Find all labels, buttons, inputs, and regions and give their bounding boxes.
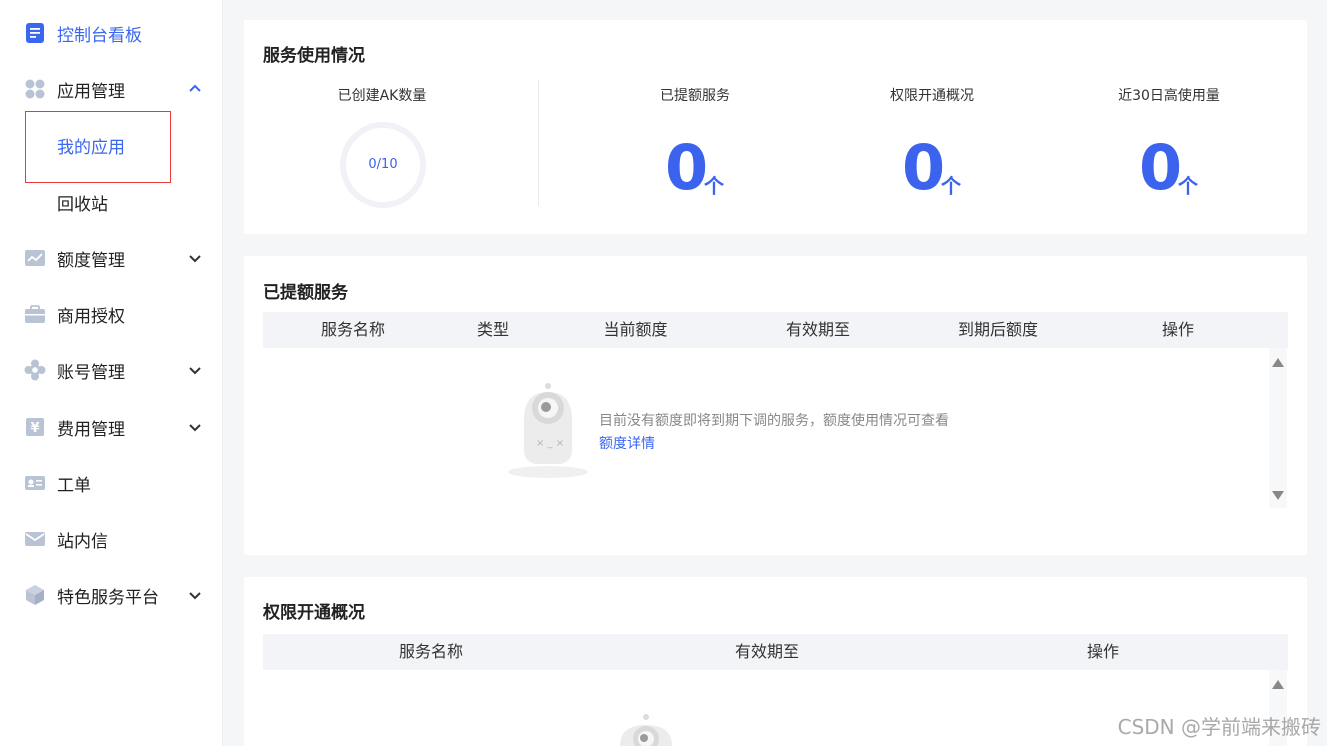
id-card-icon — [25, 476, 45, 490]
scroll-down-icon[interactable] — [1272, 490, 1284, 500]
stat-unit-raised: 个 — [704, 174, 724, 198]
stat-value-permission: 0 — [902, 131, 946, 204]
column-header: 当前额度 — [603, 320, 668, 339]
card-title: 已提额服务 — [263, 283, 348, 303]
sidebar-item-label: 特色服务平台 — [57, 587, 159, 608]
ak-count-ring: 0/10 — [339, 121, 427, 209]
chevron-down-icon — [189, 424, 201, 432]
column-header: 有效期至 — [734, 642, 799, 661]
raised-services-card: 已提额服务 服务名称 类型 当前额度 有效期至 到期后额度 操作 × _ × 目… — [244, 256, 1307, 555]
sidebar-item-ticket[interactable]: 工单 — [0, 463, 222, 503]
column-header: 类型 — [476, 320, 509, 339]
column-header: 操作 — [1086, 642, 1119, 661]
column-header: 服务名称 — [320, 320, 385, 339]
flower-gear-icon — [24, 359, 46, 381]
sidebar-item-label: 控制台看板 — [57, 25, 142, 46]
chevron-down-icon — [189, 255, 201, 263]
sidebar-item-label: 应用管理 — [57, 81, 125, 102]
chevron-down-icon — [189, 592, 201, 600]
scrollbar[interactable] — [1269, 348, 1287, 508]
sidebar-subitem-recycle-bin[interactable]: 回收站 — [0, 182, 222, 222]
stat-label-high-usage: 近30日高使用量 — [1118, 88, 1220, 104]
ak-count-value: 0/10 — [368, 157, 398, 172]
card-title: 服务使用情况 — [263, 46, 365, 66]
sidebar-item-label: 站内信 — [57, 531, 108, 552]
divider — [538, 80, 539, 206]
sidebar-item-quota-management[interactable]: 额度管理 — [0, 238, 222, 278]
highlight-box — [25, 111, 171, 183]
document-icon — [26, 23, 44, 43]
sidebar-item-dashboard[interactable]: 控制台看板 — [0, 13, 222, 53]
stat-unit-permission: 个 — [941, 174, 961, 198]
sidebar-item-label: 工单 — [57, 475, 91, 496]
scroll-up-icon[interactable] — [1272, 680, 1284, 690]
column-header: 有效期至 — [785, 320, 850, 339]
svg-text:× _ ×: × _ × — [536, 438, 564, 449]
chevron-up-icon — [189, 84, 201, 92]
sidebar-item-app-management[interactable]: 应用管理 — [0, 69, 222, 109]
chart-icon — [25, 250, 45, 266]
sidebar-item-featured-services[interactable]: 特色服务平台 — [0, 575, 222, 615]
column-header: 到期后额度 — [957, 320, 1038, 339]
watermark: CSDN @学前端来搬砖 — [1117, 715, 1321, 739]
sidebar-item-label: 账号管理 — [57, 362, 125, 383]
svg-text:¥: ¥ — [30, 421, 39, 436]
sidebar-item-label: 额度管理 — [57, 250, 125, 271]
table-header: 服务名称 类型 当前额度 有效期至 到期后额度 操作 — [263, 312, 1288, 348]
empty-state-text: 目前没有额度即将到期下调的服务，额度使用情况可查看 — [599, 413, 949, 429]
sidebar-item-label: 费用管理 — [57, 419, 125, 440]
stat-label-permission: 权限开通概况 — [890, 88, 974, 104]
stat-unit-high-usage: 个 — [1178, 174, 1198, 198]
empty-state-mascot-icon — [620, 714, 672, 746]
column-header: 服务名称 — [398, 642, 463, 661]
empty-state-mascot-icon: × _ × — [508, 383, 588, 478]
sidebar-item-commercial-license[interactable]: 商用授权 — [0, 294, 222, 334]
stat-label-raised: 已提额服务 — [660, 88, 730, 104]
apps-grid-icon — [25, 79, 45, 99]
sidebar: 控制台看板 应用管理 我的应用 回收站 额度管理 商用授权 账号管理 ¥ 费用管… — [0, 0, 223, 746]
briefcase-icon — [25, 305, 45, 323]
card-title: 权限开通概况 — [263, 603, 365, 623]
stat-value-raised: 0 — [665, 131, 709, 204]
stat-value-high-usage: 0 — [1139, 131, 1183, 204]
sidebar-subitem-label: 回收站 — [57, 194, 108, 215]
sidebar-item-inbox[interactable]: 站内信 — [0, 519, 222, 559]
sidebar-item-account-management[interactable]: 账号管理 — [0, 350, 222, 390]
column-header: 操作 — [1161, 320, 1194, 339]
sidebar-item-label: 商用授权 — [57, 306, 125, 327]
chevron-down-icon — [189, 367, 201, 375]
ak-count-label: 已创建AK数量 — [337, 88, 427, 104]
table-header: 服务名称 有效期至 操作 — [263, 634, 1288, 670]
sidebar-item-billing-management[interactable]: ¥ 费用管理 — [0, 407, 222, 447]
service-usage-card: 服务使用情况 已创建AK数量 0/10 已提额服务 0 个 权限开通概况 0 个… — [244, 20, 1307, 234]
scroll-up-icon[interactable] — [1272, 358, 1284, 368]
yen-icon: ¥ — [26, 418, 44, 436]
cube-icon — [26, 585, 44, 605]
quota-details-link[interactable]: 额度详情 — [599, 433, 655, 453]
mail-icon — [25, 532, 45, 546]
